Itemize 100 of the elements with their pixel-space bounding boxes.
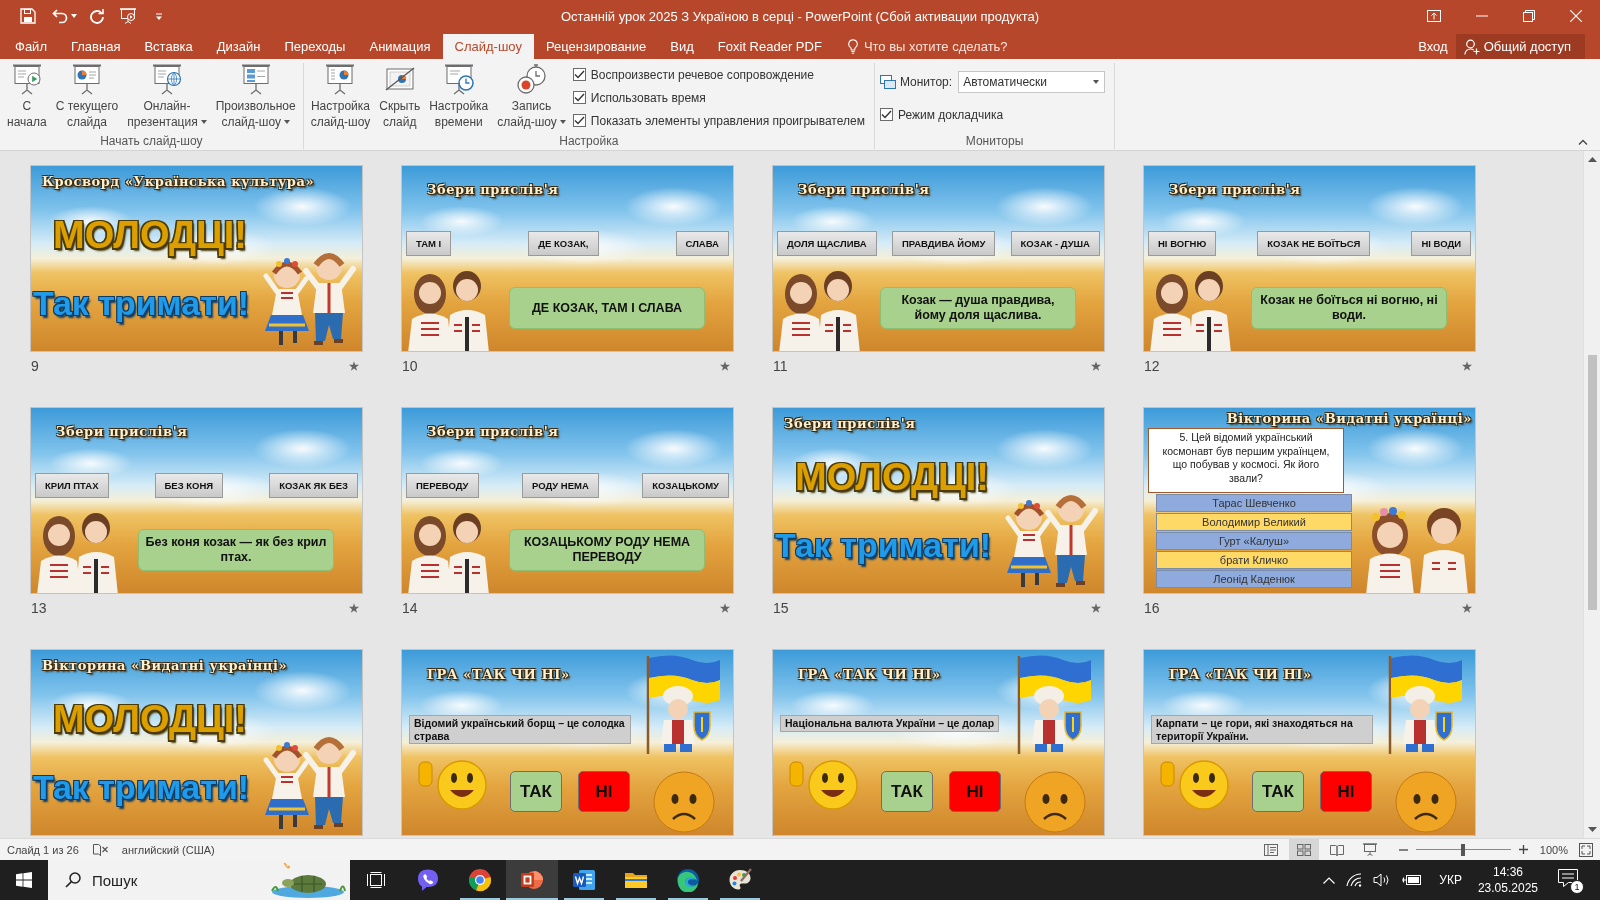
input-language-indicator[interactable]: УКР [1433,860,1468,900]
star-icon[interactable] [1462,603,1472,613]
screen-globe-icon [150,63,183,95]
slide-thumbnail[interactable]: ГРА «ТАК ЧИ НІ» Національна валюта України – це долар ТАК НІ [772,649,1105,836]
ribbon-tab[interactable]: Рецензирование [533,34,659,59]
word-tile: КРИЛ ПТАХ [35,473,109,498]
repeat-icon[interactable] [89,8,105,24]
checkbox-label[interactable]: Показать элементы управления проигрывателем [590,113,865,128]
checkbox-label[interactable]: Использовать время [590,90,706,105]
undo-icon[interactable] [52,8,68,24]
language-button[interactable]: английский (США) [121,843,215,856]
ribbon-tab[interactable]: Вид [658,34,706,59]
share-button[interactable]: Общий доступ [1455,34,1585,59]
from-current-slide-button[interactable]: С текущего слайда [53,63,121,134]
star-icon[interactable] [349,603,359,613]
spelling-check-icon[interactable] [92,843,108,856]
browser-icon [468,868,492,892]
monitor-dropdown[interactable]: Автоматически [958,71,1106,93]
answer-option: Гурт «Калуш» [1156,532,1352,550]
star-icon[interactable] [720,361,730,371]
customize-caret-icon[interactable] [155,12,163,20]
scrollbar-thumb[interactable] [1587,355,1597,610]
tell-me-input[interactable]: Что вы хотите сделать? [863,39,1016,54]
word-tile: БЕЗ КОНЯ [154,473,224,498]
projector-screen-icon [1362,843,1377,856]
ribbon-display-options-icon[interactable] [1427,10,1441,22]
yes-option: ТАК [510,771,562,812]
hide-slide-button[interactable]: Скрыть слайд [377,63,423,134]
slide-title: Збери прислів'я [798,182,930,198]
volume-icon[interactable] [1373,873,1392,887]
slide-thumbnail[interactable]: Збери прислів'я ТАМ І ДЕ КОЗАК, СЛАВА ДЕ КОЗАК, ТАМ І СЛАВА [401,165,734,352]
chevron-up-icon[interactable] [1323,876,1336,884]
sign-in-link[interactable]: Вход [1410,34,1456,59]
set-up-slide-show-button[interactable]: Настройка слайд-шоу [308,63,373,134]
screen-clock-icon [442,63,475,95]
checkbox-label[interactable]: Воспроизвести речевое сопровождение [590,67,814,82]
sad-face-icon [1395,771,1457,833]
restore-icon[interactable] [1523,10,1535,22]
answer-option: Леонід Каденюк [1156,570,1352,588]
fit-to-window-icon[interactable] [1579,842,1593,857]
battery-icon[interactable] [1402,874,1423,886]
star-icon[interactable] [720,603,730,613]
rehearse-timings-button[interactable]: Настройка времени [427,63,491,134]
zoom-slider-thumb[interactable] [1461,843,1466,856]
save-icon[interactable] [20,8,36,24]
ribbon-tab[interactable]: Foxit Reader PDF [705,34,834,59]
checkbox-label[interactable]: Режим докладчика [897,107,1004,122]
from-beginning-button[interactable]: С начала [5,63,49,134]
zoom-in-icon[interactable] [1518,845,1528,854]
star-icon[interactable] [1091,361,1101,371]
scroll-up-icon[interactable] [1587,157,1597,162]
slide-thumbnail[interactable]: Збери прислів'я ДОЛЯ ЩАСЛИВА ПРАВДИВА ЙОМУ КОЗАК - ДУША Козак — душа правдива, йому доля щаслива. [772,165,1105,352]
record-slide-show-button[interactable]: Запись слайд-шоу [495,63,568,134]
search-bar[interactable]: Пошук [48,860,350,900]
star-icon[interactable] [349,361,359,371]
ribbon-tab[interactable]: Главная [58,34,133,59]
slide-thumbnail[interactable]: Збери прислів'я НІ ВОГНЮ КОЗАК НЕ БОЇТЬСЯ НІ ВОДИ Козак не боїться ні вогню, ні води. [1143,165,1476,352]
word-tile: КОЗАК НЕ БОЇТЬСЯ [1257,231,1371,256]
screen-play-icon[interactable] [119,8,137,24]
ribbon-tab[interactable]: Слайд-шоу [442,34,534,59]
collapse-ribbon-icon[interactable] [1578,139,1588,145]
checkbox[interactable] [572,114,586,127]
cheer-heading: МОЛОДЦІ! [795,458,990,496]
ribbon-tab[interactable]: Анимация [357,34,443,59]
close-icon[interactable] [1570,10,1582,22]
star-icon[interactable] [1462,361,1472,371]
scrollbar[interactable] [1583,151,1600,838]
checkbox[interactable] [572,91,586,104]
slide-thumbnail[interactable]: ГРА «ТАК ЧИ НІ» Відомий український борщ – це солодка страва ТАК НІ [401,649,734,836]
slide-thumbnail[interactable]: ГРА «ТАК ЧИ НІ» Карпати – це гори, які знаходяться на території України. ТАК НІ [1143,649,1476,836]
online-presentation-button[interactable]: Онлайн- презентация [125,63,209,134]
checkbox[interactable] [879,108,893,121]
wifi-icon[interactable] [1346,873,1363,887]
word-tile: ДЕ КОЗАК, [528,231,599,256]
word-tile: РОДУ НЕМА [521,473,599,498]
ribbon-tab[interactable]: Вставка [132,34,205,59]
slide-thumbnail[interactable]: Збери прислів'я ПЕРЕВОДУ РОДУ НЕМА КОЗАЦЬКОМУ КОЗАЦЬКОМУ РОДУ НЕМА ПЕРЕВОДУ [401,407,734,594]
ribbon-tab[interactable]: Переходы [272,34,358,59]
ribbon-tab[interactable]: Файл [3,34,59,59]
checkbox[interactable] [572,68,586,81]
task-view-icon[interactable] [367,872,385,888]
slide-title: Збери прислів'я [1169,182,1301,198]
slide-sorter-button[interactable] [1288,839,1319,860]
zoom-level-button[interactable]: 100% [1539,843,1568,856]
answer-card: Козак — душа правдива, йому доля щаслива. [880,287,1076,329]
scroll-down-icon[interactable] [1587,827,1597,832]
star-icon[interactable] [1091,603,1101,613]
clock-button[interactable]: 14:36 23.05.2025 [1467,860,1548,900]
custom-slide-show-button[interactable]: Произвольное слайд-шоу [213,63,298,134]
slide-thumbnail[interactable]: Вікторина «Видатні українці» 5. Цей відомий український космонавт був першим українцем, що побував у космосі. Як його звали? Тарас Шевченко Володимир Великий Гурт «Калуш» брати Кличко Леонід Каденюк [1143,407,1476,594]
ribbon-tab[interactable]: Дизайн [204,34,273,59]
search-input[interactable]: Пошук [92,871,242,889]
screens-list-icon [239,63,272,95]
zoom-out-icon[interactable] [1398,848,1408,851]
slide-title: Вікторина «Видатні українці» [42,658,288,674]
caret-icon[interactable] [71,14,77,18]
slide-thumbnail[interactable]: Збери прислів'я КРИЛ ПТАХ БЕЗ КОНЯ КОЗАК ЯК БЕЗ Без коня козак — як без крил птах. [30,407,363,594]
slide-title: ГРА «ТАК ЧИ НІ» [427,667,570,683]
taskbar-app-button[interactable] [506,860,558,900]
yes-option: ТАК [1252,771,1304,812]
